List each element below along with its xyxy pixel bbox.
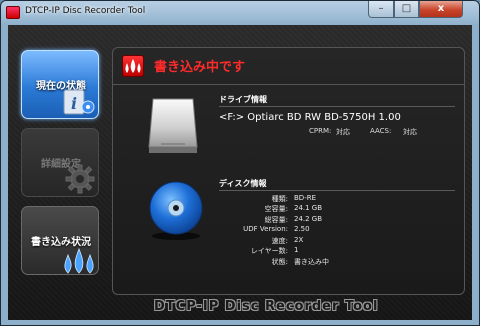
client-area: 現在の状態 i 詳細設定 書き込み状況 書き込み中です ドライブ情報 <F:> … xyxy=(8,25,472,320)
cprm-label: CPRM: xyxy=(309,127,332,135)
disc-state-value: 書き込み中 xyxy=(294,258,329,266)
disc-udf-label: UDF Version: xyxy=(243,225,288,233)
status-flame-icon xyxy=(122,55,144,77)
app-window: DTCP-IP Disc Recorder Tool – □ x 現在の状態 i… xyxy=(0,0,480,326)
window-bottom-frame xyxy=(1,320,479,325)
brand-logo-text: DTCP-IP Disc Recorder Tool xyxy=(154,299,379,314)
nav-settings-button[interactable]: 詳細設定 xyxy=(21,128,99,197)
disc-free-label: 空容量: xyxy=(264,205,288,213)
disc-icon xyxy=(149,181,203,240)
disc-speed-label: 速度: xyxy=(271,237,288,245)
disc-speed-value: 2X xyxy=(294,236,304,244)
drive-name: <F:> Optiarc BD RW BD-5750H 1.00 xyxy=(219,112,401,123)
aacs-label: AACS: xyxy=(370,127,392,135)
disc-total-label: 総容量: xyxy=(264,216,288,224)
panel-divider xyxy=(113,84,464,85)
nav-label-writing-status: 書き込み状況 xyxy=(31,237,91,248)
disc-section-title: ディスク情報 xyxy=(219,179,267,188)
status-title: 書き込み中です xyxy=(154,60,246,75)
title-bar[interactable]: DTCP-IP Disc Recorder Tool – □ x xyxy=(1,1,479,25)
hard-drive-icon xyxy=(148,98,198,153)
disc-layers-label: レイヤー数: xyxy=(250,247,288,255)
nav-current-status-button[interactable]: 現在の状態 i xyxy=(21,50,99,119)
nav-writing-status-button[interactable]: 書き込み状況 xyxy=(21,206,99,275)
aacs-value: 対応 xyxy=(403,128,417,136)
disc-layers-value: 1 xyxy=(294,246,299,254)
drive-section-title: ドライブ情報 xyxy=(219,95,267,104)
disc-udf-value: 2.50 xyxy=(294,225,310,233)
svg-text:i: i xyxy=(71,94,77,113)
window-title: DTCP-IP Disc Recorder Tool xyxy=(25,6,146,16)
info-icon: i xyxy=(63,89,95,115)
cprm-value: 対応 xyxy=(336,128,350,136)
app-icon xyxy=(6,6,20,19)
maximize-button[interactable]: □ xyxy=(394,1,419,18)
minimize-button[interactable]: – xyxy=(368,1,394,18)
disc-state-label: 状態: xyxy=(271,258,288,266)
disc-total-value: 24.2 GB xyxy=(294,215,323,223)
drive-section-line xyxy=(219,106,455,107)
gear-icon xyxy=(65,164,95,194)
close-button[interactable]: x xyxy=(419,1,463,18)
status-panel: 書き込み中です ドライブ情報 <F:> Optiarc BD RW BD-575… xyxy=(112,47,465,295)
disc-type-value: BD-RE xyxy=(294,194,317,202)
disc-free-value: 24.1 GB xyxy=(294,204,323,212)
disc-type-label: 種類: xyxy=(271,195,288,203)
flame-icon xyxy=(64,247,94,274)
disc-section-line xyxy=(219,190,455,191)
